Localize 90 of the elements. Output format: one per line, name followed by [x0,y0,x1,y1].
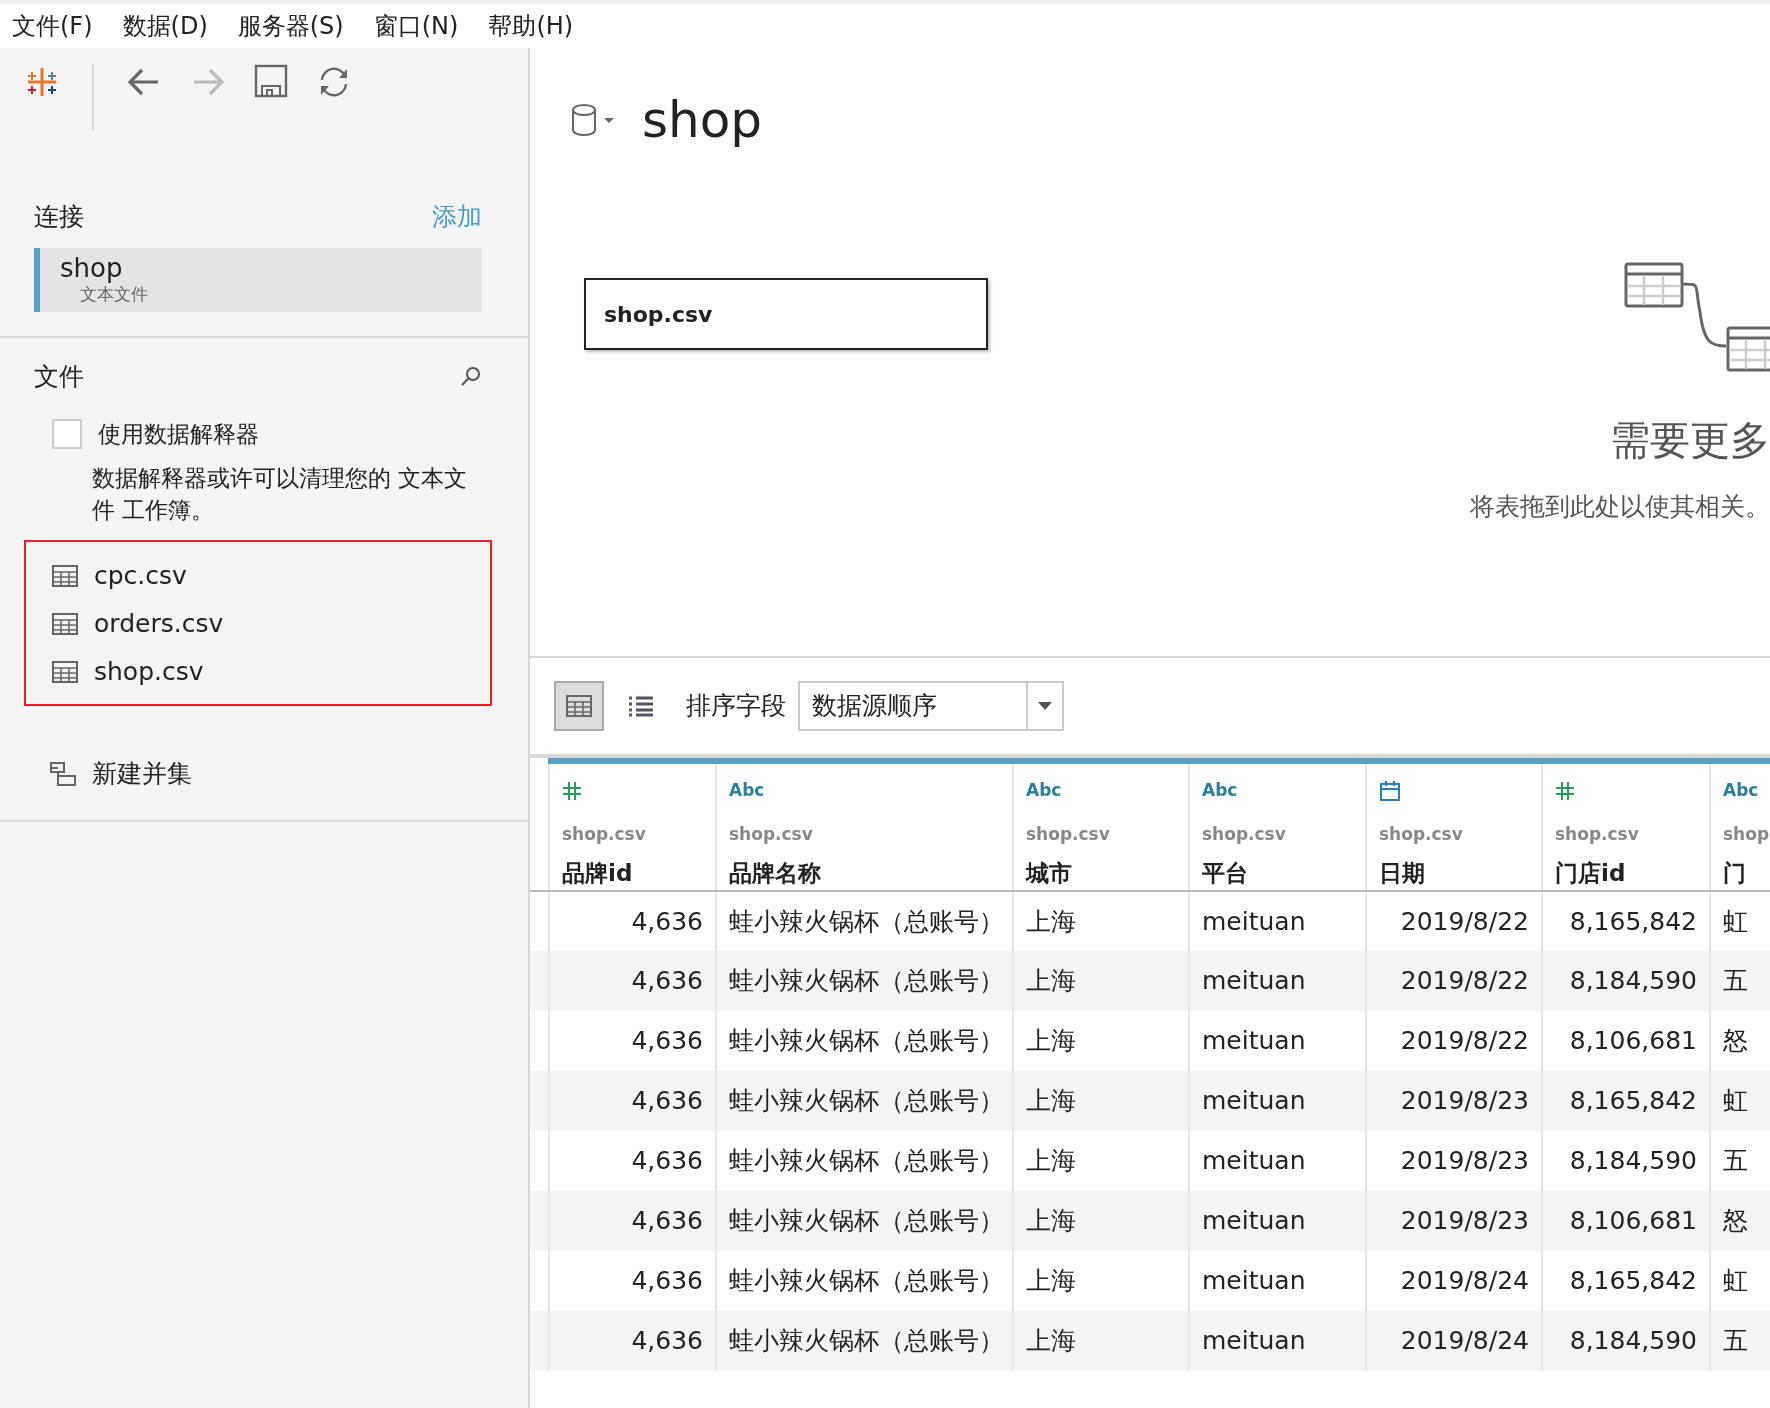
table-item[interactable]: orders.csv [52,599,490,648]
string-type-label: Abc [729,779,765,802]
menu-item[interactable]: 文件(F) [12,4,93,48]
grid-icon [566,695,592,717]
table-item[interactable]: cpc.csv [52,551,490,600]
string-type-label: Abc [1026,779,1062,802]
column-name: 城市 [1026,858,1073,888]
search-icon[interactable] [460,365,482,388]
table-cell: 上海 [1013,951,1189,1011]
menu-item[interactable]: 窗口(N) [373,4,459,48]
table-cell: 2019/8/23 [1366,1191,1542,1251]
column-header[interactable]: shop.csv 门店id [1542,761,1710,891]
table-cell: 蛙小辣火锅杯（总账号） [716,1071,1013,1131]
connection-name: shop [60,253,124,283]
checkbox-label: 使用数据解释器 [98,420,259,450]
menu-item[interactable]: 服务器(S) [237,4,344,48]
column-source: shop [1723,823,1770,846]
save-icon[interactable] [254,64,288,98]
database-icon[interactable] [570,102,616,138]
connection-item[interactable]: shop 文本文件 [34,247,482,312]
table-cell: meituan [1189,1071,1366,1131]
table-cell: 2019/8/23 [1366,1071,1542,1131]
column-header[interactable]: Abc shop.csv 城市 [1013,761,1189,891]
column-header[interactable]: shop.csv 品牌id [549,761,716,891]
column-source: shop.csv [1555,823,1640,846]
table-cell: 2019/8/24 [1366,1311,1542,1371]
grid-view-button[interactable] [554,681,604,731]
column-header[interactable]: Abc shop.csv 平台 [1189,761,1366,891]
section-title: 文件 [34,360,84,393]
table-cell: 8,106,681 [1542,1191,1710,1251]
table-icon [52,564,78,587]
new-union-item[interactable]: 新建并集 [0,749,528,798]
table-cell: 4,636 [549,951,716,1011]
column-header[interactable]: Abc shop 门 [1710,761,1770,891]
table-cell: 上海 [1013,1191,1189,1251]
column-header[interactable]: shop.csv 日期 [1366,761,1542,891]
menu-item[interactable]: 数据(D) [122,4,208,48]
list-icon [628,695,654,717]
table-cell: 五 [1710,951,1770,1011]
table-cell: 8,165,842 [1542,1071,1710,1131]
table-node[interactable]: shop.csv [584,278,988,350]
number-type-icon [562,780,582,801]
datasource-title: shop [642,95,763,145]
table-icon [52,660,78,683]
table-cell: 8,184,590 [1542,951,1710,1011]
table-cell: meituan [1189,1191,1366,1251]
table-cell: 五 [1710,1311,1770,1371]
column-name: 门 [1723,858,1747,888]
column-name: 日期 [1379,858,1426,888]
description-text: 数据解释器或许可以清理您的 文本文件 工作簿。 [91,463,469,525]
column-source: shop.csv [729,823,814,846]
column-name: 平台 [1202,858,1249,888]
table-cell: 8,184,590 [1542,1311,1710,1371]
caret-icon [1038,702,1052,710]
table-cell: meituan [1189,1311,1366,1371]
table-cell: 上海 [1013,1071,1189,1131]
string-type-label: Abc [1723,779,1759,802]
hint-text: 将表拖到此处以使其相关。 [1470,491,1770,523]
number-type-icon [1555,780,1575,801]
menu-item[interactable]: 帮助(H) [488,4,574,48]
column-name: 门店id [1555,858,1627,888]
sort-label: 排序字段 [686,690,786,723]
hint-title: 需要更多 [1610,416,1770,465]
column-source: shop.csv [562,823,647,846]
string-type-label: Abc [1202,779,1238,802]
column-source: shop.csv [1026,823,1111,846]
table-cell: 4,636 [549,1071,716,1131]
sort-dropdown[interactable]: 数据源顺序 [798,681,1064,731]
calendar-icon [1379,779,1401,802]
table-cell: 上海 [1013,1311,1189,1371]
column-name: 品牌id [562,858,634,888]
connection-type: 文本文件 [79,283,149,307]
table-icon [52,612,78,635]
table-cell: 4,636 [549,1191,716,1251]
table-cell: 怒 [1710,1191,1770,1251]
column-source: shop.csv [1202,823,1287,846]
column-name: 品牌名称 [729,858,822,888]
table-cell: meituan [1189,951,1366,1011]
section-title: 连接 [34,201,84,233]
column-source: shop.csv [1379,823,1464,846]
table-cell: 蛙小辣火锅杯（总账号） [716,951,1013,1011]
union-icon [50,760,76,787]
table-cell: 2019/8/22 [1366,951,1542,1011]
table-cell: 蛙小辣火锅杯（总账号） [716,1191,1013,1251]
table-cell: 蛙小辣火锅杯（总账号） [716,1311,1013,1371]
checkbox[interactable] [52,419,82,450]
table-cell: 虹 [1710,1071,1770,1131]
column-header[interactable]: Abc shop.csv 品牌名称 [716,761,1013,891]
table-item[interactable]: shop.csv [52,647,490,696]
table-cell: 4,636 [549,1311,716,1371]
